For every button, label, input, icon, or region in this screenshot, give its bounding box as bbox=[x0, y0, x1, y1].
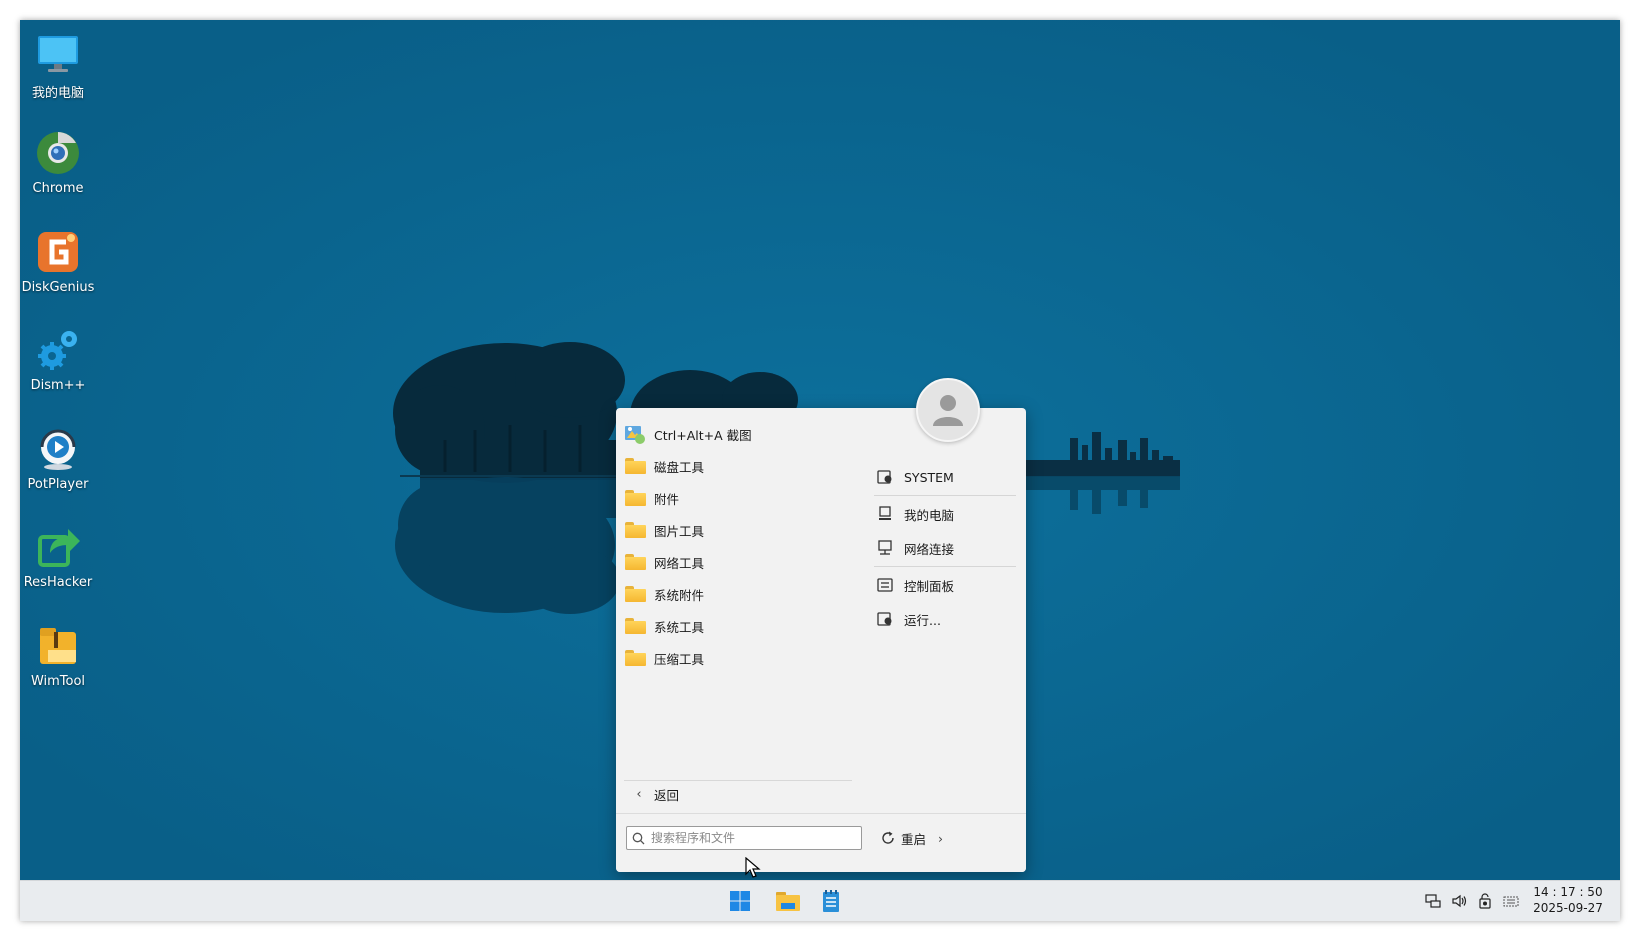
folder-icon bbox=[624, 458, 646, 474]
dism-gear-icon bbox=[38, 331, 77, 370]
start-menu: Ctrl+Alt+A 截图 磁盘工具 附件 图片工具 网络工具 系统附件 系统工… bbox=[616, 378, 1026, 872]
menu-item-label: 我的电脑 bbox=[904, 507, 955, 523]
menu-item-my-computer[interactable]: 我的电脑 bbox=[874, 497, 1016, 531]
search-input[interactable] bbox=[651, 831, 851, 845]
program-item-label: Ctrl+Alt+A 截图 bbox=[654, 427, 752, 443]
search-icon bbox=[632, 832, 645, 844]
desktop-icon-reshacker[interactable]: ResHacker bbox=[20, 515, 96, 605]
clock-time: 14 : 17 : 50 bbox=[1533, 885, 1603, 899]
start-button[interactable] bbox=[726, 887, 754, 915]
search-box[interactable] bbox=[626, 826, 862, 850]
potplayer-icon bbox=[40, 429, 76, 470]
menu-item-run[interactable]: 运行... bbox=[874, 602, 1016, 636]
control-panel-icon bbox=[876, 576, 894, 594]
taskbar: 14 : 17 : 50 2025-09-27 bbox=[20, 880, 1620, 921]
computer-icon bbox=[876, 505, 894, 523]
desktop-icon-wimtool[interactable]: WimTool bbox=[20, 614, 96, 704]
program-item-label: 系统工具 bbox=[654, 619, 705, 635]
program-folder-system-tools[interactable]: 系统工具 bbox=[624, 610, 864, 642]
back-label: 返回 bbox=[654, 788, 680, 803]
volume-icon[interactable] bbox=[1450, 892, 1468, 910]
desktop-icon-diskgenius[interactable]: DiskGenius bbox=[20, 220, 96, 310]
menu-item-control-panel[interactable]: 控制面板 bbox=[874, 568, 1016, 602]
clock-date: 2025-09-27 bbox=[1533, 901, 1603, 915]
separator bbox=[874, 566, 1016, 567]
notepad-button[interactable] bbox=[817, 887, 845, 915]
menu-item-network-connections[interactable]: 网络连接 bbox=[874, 531, 1016, 565]
folder-icon bbox=[624, 586, 646, 602]
user-folder-icon bbox=[876, 468, 894, 486]
wimtool-icon bbox=[40, 628, 76, 664]
restart-icon bbox=[882, 831, 894, 844]
chevron-right-icon[interactable]: › bbox=[938, 831, 943, 846]
program-folder-accessories[interactable]: 附件 bbox=[624, 482, 864, 514]
file-explorer-icon bbox=[776, 892, 800, 911]
chrome-icon bbox=[37, 132, 79, 174]
program-item-label: 图片工具 bbox=[654, 523, 705, 539]
program-folder-compression-tools[interactable]: 压缩工具 bbox=[624, 642, 864, 674]
user-system-label: SYSTEM bbox=[904, 469, 954, 485]
chevron-left-icon: ‹ bbox=[636, 787, 642, 802]
user-avatar[interactable] bbox=[916, 378, 980, 442]
menu-item-label: 运行... bbox=[904, 612, 941, 628]
notepad-icon bbox=[823, 890, 839, 912]
desktop-icon-label: 我的电脑 bbox=[31, 86, 84, 101]
program-folder-image-tools[interactable]: 图片工具 bbox=[624, 514, 864, 546]
diskgenius-icon bbox=[38, 232, 78, 272]
mouse-cursor-icon bbox=[745, 857, 761, 878]
system-tray bbox=[1424, 892, 1520, 910]
program-list: Ctrl+Alt+A 截图 磁盘工具 附件 图片工具 网络工具 系统附件 系统工… bbox=[624, 418, 864, 674]
desktop-icon-my-computer[interactable]: 我的电脑 bbox=[20, 22, 96, 112]
desktop-icon-dism[interactable]: Dism++ bbox=[20, 318, 96, 408]
folder-icon bbox=[624, 554, 646, 570]
back-button[interactable]: ‹ 返回 bbox=[624, 780, 852, 808]
desktop-icon-label: ResHacker bbox=[23, 575, 93, 590]
program-folder-system-accessories[interactable]: 系统附件 bbox=[624, 578, 864, 610]
run-icon bbox=[876, 610, 894, 628]
program-folder-disk-tools[interactable]: 磁盘工具 bbox=[624, 450, 864, 482]
program-item-screenshot[interactable]: Ctrl+Alt+A 截图 bbox=[624, 418, 864, 450]
desktop-icon-label: Chrome bbox=[32, 181, 84, 196]
desktop-icon-label: WimTool bbox=[30, 674, 86, 689]
start-menu-footer: 重启 › bbox=[616, 813, 1026, 872]
program-item-label: 磁盘工具 bbox=[654, 459, 705, 475]
desktop-icon-label: DiskGenius bbox=[21, 280, 95, 295]
user-icon bbox=[933, 395, 963, 426]
desktop-icon-label: Dism++ bbox=[30, 378, 86, 393]
taskbar-clock[interactable]: 14 : 17 : 50 2025-09-27 bbox=[1528, 884, 1608, 916]
program-item-label: 压缩工具 bbox=[654, 651, 705, 667]
menu-item-label: 网络连接 bbox=[904, 541, 955, 557]
reshacker-icon bbox=[38, 529, 80, 567]
network-icon bbox=[876, 539, 894, 557]
security-icon[interactable] bbox=[1476, 892, 1494, 910]
folder-icon bbox=[624, 618, 646, 634]
start-menu-right-pane: SYSTEM 我的电脑 网络连接 控制面板 运行... bbox=[874, 460, 1016, 636]
folder-icon bbox=[624, 522, 646, 538]
desktop-icon-label: PotPlayer bbox=[27, 477, 89, 492]
program-folder-network-tools[interactable]: 网络工具 bbox=[624, 546, 864, 578]
start-icon bbox=[730, 891, 750, 911]
program-item-label: 网络工具 bbox=[654, 555, 705, 571]
desktop-screen: 我的电脑 Chrome DiskGenius Dism++ PotPlayer … bbox=[20, 20, 1620, 921]
program-item-label: 系统附件 bbox=[654, 587, 705, 603]
network-tray-icon[interactable] bbox=[1424, 892, 1442, 910]
desktop-icon-chrome[interactable]: Chrome bbox=[20, 121, 96, 211]
folder-icon bbox=[624, 490, 646, 506]
user-system-item[interactable]: SYSTEM bbox=[874, 460, 1016, 494]
screenshot-app-icon bbox=[624, 423, 646, 445]
input-method-icon[interactable] bbox=[1502, 892, 1520, 910]
menu-item-label: 控制面板 bbox=[904, 578, 955, 594]
computer-icon bbox=[38, 36, 78, 72]
program-item-label: 附件 bbox=[654, 491, 680, 507]
folder-icon bbox=[624, 650, 646, 666]
file-explorer-button[interactable] bbox=[774, 887, 802, 915]
restart-label: 重启 bbox=[901, 831, 927, 847]
restart-button[interactable]: 重启 › bbox=[880, 826, 943, 850]
separator bbox=[874, 495, 1016, 496]
desktop-icon-potplayer[interactable]: PotPlayer bbox=[20, 417, 96, 507]
